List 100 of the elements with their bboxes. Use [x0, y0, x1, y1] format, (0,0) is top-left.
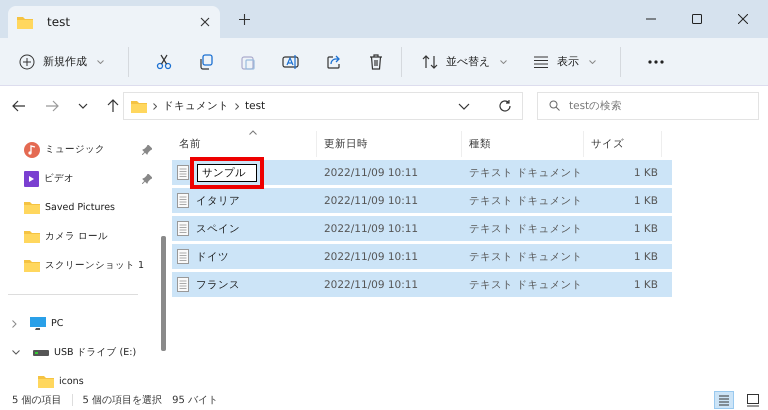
table-cell-text: テキスト ドキュメント — [468, 166, 584, 180]
chevron-right-icon — [153, 102, 157, 110]
chevron-right-icon[interactable] — [12, 320, 17, 328]
folder-icon — [24, 259, 40, 272]
chevron-down-icon[interactable] — [458, 102, 470, 110]
table-cell-text: テキスト ドキュメント — [468, 194, 584, 208]
address-bar[interactable]: ドキュメント test — [123, 92, 523, 120]
text-file-icon — [177, 193, 189, 208]
scrollbar-thumb[interactable] — [161, 236, 166, 351]
monitor-icon — [30, 316, 46, 330]
minimize-icon[interactable] — [646, 18, 656, 20]
scissors-icon[interactable] — [156, 54, 172, 70]
sidebar-label: Saved Pictures — [45, 202, 115, 213]
file-name: イタリア — [196, 194, 240, 208]
plus-circle-icon — [19, 54, 35, 70]
file-name: フランス — [196, 278, 240, 292]
new-tab-icon[interactable] — [239, 14, 250, 25]
table-cell-text: 1 KB — [632, 166, 659, 180]
table-cell-text: テキスト ドキュメント — [468, 222, 584, 236]
sidebar-item[interactable]: スクリーンショット 1 — [0, 251, 158, 280]
chevron-right-icon — [235, 102, 239, 110]
tab-title: test — [47, 15, 72, 29]
list-lines-icon — [533, 54, 549, 70]
chevron-down-icon[interactable] — [78, 103, 88, 109]
more-icon[interactable] — [648, 60, 664, 64]
sidebar-item[interactable]: カメラ ロール — [0, 222, 158, 251]
caret-down-icon — [589, 60, 596, 64]
file-row[interactable]: ドイツ 2022/11/09 10:11 テキスト ドキュメント 1 KB — [172, 244, 672, 269]
table-cell-text: テキスト ドキュメント — [468, 278, 584, 292]
share-icon[interactable] — [326, 54, 342, 70]
status-text: 5 個の項目を選択 — [82, 394, 162, 407]
table-cell-text: 2022/11/09 10:11 — [323, 278, 420, 292]
tiles-view-icon[interactable] — [746, 393, 760, 407]
copy-icon[interactable] — [198, 54, 214, 70]
pin-icon — [142, 144, 152, 154]
close-icon[interactable] — [738, 14, 748, 24]
drive-icon — [33, 350, 49, 356]
folder-icon — [38, 375, 54, 388]
text-file-icon — [177, 165, 189, 180]
details-view-icon[interactable] — [714, 391, 734, 409]
pin-icon — [142, 174, 152, 184]
up-icon[interactable] — [107, 99, 119, 113]
back-icon[interactable] — [12, 100, 26, 112]
sidebar-item[interactable]: ビデオ — [0, 164, 158, 193]
sidebar-label: ビデオ — [44, 172, 74, 185]
folder-icon — [131, 100, 147, 112]
sidebar-label: ミュージック — [45, 143, 105, 156]
file-name: スペイン — [196, 222, 240, 236]
breadcrumb[interactable]: test — [245, 100, 266, 112]
table-cell-text: 2022/11/09 10:11 — [323, 166, 420, 180]
sort-button[interactable]: 並べ替え — [416, 48, 513, 76]
file-row[interactable]: フランス 2022/11/09 10:11 テキスト ドキュメント 1 KB — [172, 272, 672, 297]
status-text: 5 個の項目 — [12, 394, 62, 407]
file-row[interactable]: イタリア 2022/11/09 10:11 テキスト ドキュメント 1 KB — [172, 188, 672, 213]
new-button[interactable]: 新規作成 — [13, 48, 110, 76]
caret-down-icon — [500, 60, 507, 64]
forward-icon[interactable] — [45, 100, 59, 112]
search-icon — [549, 100, 560, 111]
sidebar-label: USB ドライブ (E:) — [54, 346, 136, 359]
column-header[interactable]: 種類 — [462, 131, 584, 157]
folder-icon — [24, 201, 40, 214]
folder-icon — [17, 16, 33, 28]
table-cell-text: 2022/11/09 10:11 — [323, 222, 420, 236]
rename-icon[interactable] — [282, 54, 300, 70]
rename-field[interactable]: サンプル — [197, 164, 257, 182]
column-header[interactable]: 更新日時 — [317, 131, 462, 157]
tree-item[interactable]: USB ドライブ (E:) — [0, 338, 158, 367]
sidebar-label: スクリーンショット 1 — [45, 259, 144, 272]
sidebar-item[interactable]: ミュージック — [0, 135, 158, 164]
sort-arrows-icon — [422, 54, 438, 70]
view-button[interactable]: 表示 — [527, 48, 602, 76]
tree-item[interactable]: icons — [0, 367, 158, 396]
folder-icon — [24, 230, 40, 243]
close-icon[interactable] — [200, 17, 210, 27]
text-file-icon — [177, 277, 189, 292]
refresh-icon[interactable] — [498, 99, 512, 113]
sidebar-label: カメラ ロール — [45, 230, 108, 243]
table-cell-text: 1 KB — [632, 194, 659, 208]
film-icon — [24, 170, 39, 186]
trash-icon[interactable] — [368, 54, 384, 70]
search-field[interactable]: testの検索 — [537, 92, 759, 120]
caret-up-icon — [249, 130, 257, 135]
file-name: ドイツ — [196, 250, 229, 264]
music-icon — [24, 142, 40, 158]
text-file-icon — [177, 221, 189, 236]
table-cell-text: 1 KB — [632, 222, 659, 236]
breadcrumb[interactable]: ドキュメント — [163, 99, 229, 113]
sidebar-item[interactable]: Saved Pictures — [0, 193, 158, 222]
maximize-icon[interactable] — [692, 14, 702, 24]
table-cell-text: 1 KB — [632, 250, 659, 264]
file-row[interactable]: スペイン 2022/11/09 10:11 テキスト ドキュメント 1 KB — [172, 216, 672, 241]
window-tab[interactable]: test — [8, 6, 220, 38]
table-cell-text: 2022/11/09 10:11 — [323, 250, 420, 264]
status-text: 95 バイト — [172, 394, 218, 407]
caret-down-icon — [97, 60, 104, 64]
column-header[interactable]: サイズ — [584, 131, 662, 157]
tree-item[interactable]: PC — [0, 309, 158, 338]
chevron-down-icon[interactable] — [12, 350, 20, 355]
table-cell-text: 1 KB — [632, 278, 659, 292]
table-cell-text: テキスト ドキュメント — [468, 250, 584, 264]
